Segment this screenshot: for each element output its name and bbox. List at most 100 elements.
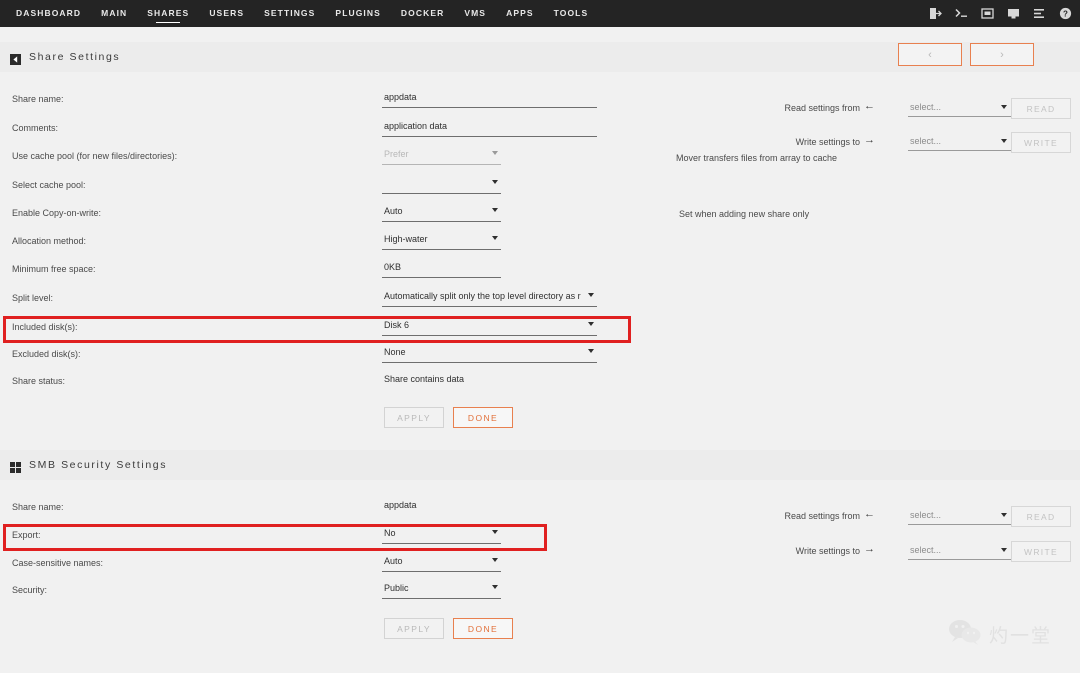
watermark-text: 灼一堂	[989, 621, 1052, 648]
new-share-note: Set when adding new share only	[679, 209, 809, 219]
comments-field[interactable]: application data	[382, 120, 597, 137]
copy-on-write-select[interactable]: Auto	[382, 205, 501, 222]
row-share-status: Share status: Share contains data	[0, 376, 620, 398]
excluded-disks-label: Excluded disk(s):	[12, 349, 81, 359]
chevron-down-icon	[588, 349, 594, 353]
included-disks-value[interactable]: Disk 6	[382, 319, 597, 336]
select-cache-pool-label: Select cache pool:	[12, 180, 86, 190]
smb-case-sensitive-select[interactable]: Auto	[382, 555, 501, 572]
share-write-settings-select[interactable]: select...	[908, 134, 1011, 151]
share-read-settings-value[interactable]: select...	[910, 102, 941, 112]
minimum-free-space-field[interactable]: 0KB	[382, 261, 501, 278]
excluded-disks-value[interactable]: None	[382, 346, 597, 363]
nav-item-plugins[interactable]: PLUGINS	[325, 3, 390, 24]
smb-read-button[interactable]: READ	[1011, 506, 1071, 527]
nav-item-tools[interactable]: TOOLS	[544, 3, 599, 24]
allocation-method-value[interactable]: High-water	[382, 233, 501, 250]
help-icon[interactable]: ?	[1059, 7, 1072, 20]
mover-note: Mover transfers files from array to cach…	[676, 153, 837, 163]
copy-on-write-value[interactable]: Auto	[382, 205, 501, 222]
smb-security-select[interactable]: Public	[382, 582, 501, 599]
smb-write-settings-select[interactable]: select...	[908, 543, 1011, 560]
smb-share-name-label: Share name:	[12, 502, 64, 512]
nav-item-shares[interactable]: SHARES	[137, 3, 199, 24]
next-share-button[interactable]: ›	[970, 43, 1034, 66]
prev-share-button[interactable]: ‹	[898, 43, 962, 66]
share-apply-button[interactable]: APPLY	[384, 407, 444, 428]
windows-grid-icon	[10, 460, 21, 471]
arrow-left-icon: ←	[864, 508, 875, 520]
row-comments: Comments: application data	[0, 123, 620, 145]
wechat-icon	[948, 618, 982, 651]
log-icon[interactable]	[1033, 7, 1046, 20]
smb-read-settings-select[interactable]: select...	[908, 508, 1011, 525]
row-allocation-method: Allocation method: High-water	[0, 236, 620, 258]
row-smb-case-sensitive: Case-sensitive names: Auto	[0, 558, 570, 580]
row-minimum-free-space: Minimum free space: 0KB	[0, 264, 620, 286]
select-cache-pool-value[interactable]	[382, 177, 501, 194]
row-smb-security: Security: Public	[0, 585, 570, 607]
row-split-level: Split level: Automatically split only th…	[0, 293, 620, 315]
share-read-button[interactable]: READ	[1011, 98, 1071, 119]
nav-item-docker[interactable]: DOCKER	[391, 3, 454, 24]
minimum-free-space-value[interactable]: 0KB	[382, 261, 501, 278]
row-select-cache-pool: Select cache pool:	[0, 180, 620, 202]
nav-item-users[interactable]: USERS	[199, 3, 254, 24]
included-disks-select[interactable]: Disk 6	[382, 319, 597, 336]
chevron-down-icon	[588, 293, 594, 297]
excluded-disks-select[interactable]: None	[382, 346, 597, 363]
split-level-value[interactable]: Automatically split only the top level d…	[382, 290, 597, 307]
nav-item-dashboard[interactable]: DASHBOARD	[6, 3, 91, 24]
smb-security-value[interactable]: Public	[382, 582, 501, 599]
row-excluded-disks: Excluded disk(s): None	[0, 349, 620, 371]
chevron-down-icon	[492, 208, 498, 212]
nav-item-vms[interactable]: VMS	[454, 3, 496, 24]
display-icon[interactable]	[1007, 7, 1020, 20]
split-level-select[interactable]: Automatically split only the top level d…	[382, 290, 597, 307]
smb-apply-button[interactable]: APPLY	[384, 618, 444, 639]
smb-share-name-field: appdata	[382, 499, 501, 516]
smb-done-button[interactable]: DONE	[453, 618, 513, 639]
use-cache-pool-select[interactable]: Prefer	[382, 148, 501, 165]
smb-write-settings-value[interactable]: select...	[910, 545, 941, 555]
arrow-left-icon: ←	[864, 100, 875, 112]
share-name-label: Share name:	[12, 94, 64, 104]
smb-export-label: Export:	[12, 530, 41, 540]
smb-export-select[interactable]: No	[382, 527, 501, 544]
copy-on-write-label: Enable Copy-on-write:	[12, 208, 101, 218]
allocation-method-select[interactable]: High-water	[382, 233, 501, 250]
use-cache-pool-value[interactable]: Prefer	[382, 148, 501, 165]
comments-label: Comments:	[12, 123, 58, 133]
share-write-settings-value[interactable]: select...	[910, 136, 941, 146]
share-name-field[interactable]: appdata	[382, 91, 597, 108]
smb-case-sensitive-value[interactable]: Auto	[382, 555, 501, 572]
allocation-method-label: Allocation method:	[12, 236, 86, 246]
smb-write-button[interactable]: WRITE	[1011, 541, 1071, 562]
chevron-down-icon	[492, 236, 498, 240]
nav-item-settings[interactable]: SETTINGS	[254, 3, 325, 24]
share-read-settings-select[interactable]: select...	[908, 100, 1011, 117]
logout-icon[interactable]	[929, 7, 942, 20]
share-write-settings-label: Write settings to	[700, 137, 860, 147]
smb-read-settings-value[interactable]: select...	[910, 510, 941, 520]
share-write-button[interactable]: WRITE	[1011, 132, 1071, 153]
use-cache-pool-label: Use cache pool (for new files/directorie…	[12, 151, 177, 161]
nav-item-apps[interactable]: APPS	[496, 3, 544, 24]
share-nav-buttons: ‹ ›	[898, 43, 1034, 66]
row-share-name: Share name: appdata	[0, 94, 620, 116]
archive-icon[interactable]	[981, 7, 994, 20]
nav-item-list: DASHBOARD MAIN SHARES USERS SETTINGS PLU…	[0, 3, 598, 24]
smb-settings-title: SMB Security Settings	[29, 459, 167, 471]
comments-value[interactable]: application data	[382, 120, 597, 137]
page-root: DASHBOARD MAIN SHARES USERS SETTINGS PLU…	[0, 0, 1080, 673]
share-name-value[interactable]: appdata	[382, 91, 597, 108]
row-copy-on-write: Enable Copy-on-write: Auto	[0, 208, 620, 230]
smb-export-value[interactable]: No	[382, 527, 501, 544]
terminal-icon[interactable]	[955, 7, 968, 20]
share-done-button[interactable]: DONE	[453, 407, 513, 428]
minimum-free-space-label: Minimum free space:	[12, 264, 96, 274]
row-use-cache-pool: Use cache pool (for new files/directorie…	[0, 151, 620, 173]
nav-item-main[interactable]: MAIN	[91, 3, 137, 24]
select-cache-pool-select[interactable]	[382, 177, 501, 194]
chevron-down-icon	[1001, 548, 1007, 552]
